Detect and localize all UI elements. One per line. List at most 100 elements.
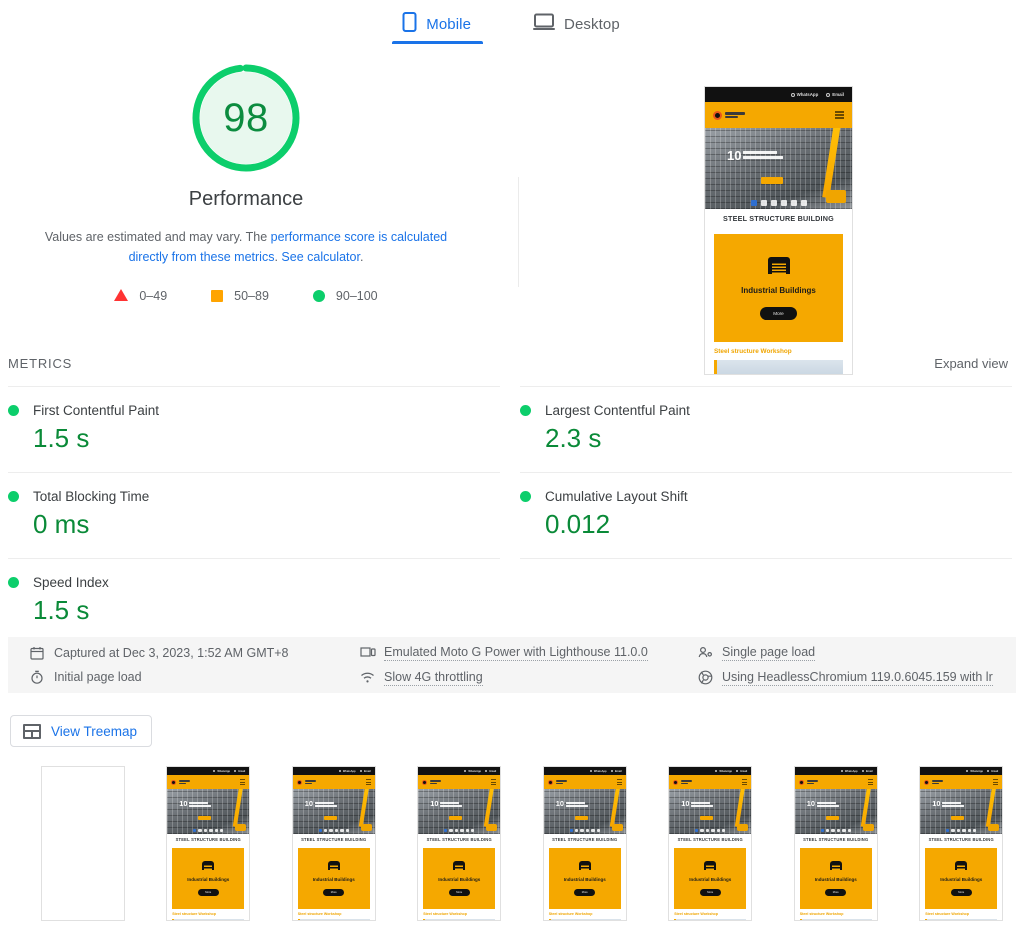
whatsapp-icon [590,770,592,772]
preview-product-card: Industrial Buildings More [714,234,843,342]
metrics-header: METRICS Expand view [0,356,1024,371]
metric-value: 2.3 s [545,423,1012,454]
frame-logo [171,780,190,785]
frame-hero-text: 10 [681,801,713,807]
filmstrip-frame[interactable]: WhatsAppEmail10STEEL STRUCTURE BUILDINGI… [166,766,250,921]
metric-label: First Contentful Paint [33,403,159,418]
see-calculator-link[interactable]: See calculator [281,250,360,264]
frame-email-item: Email [987,770,998,773]
frame-bottom-image [298,919,370,921]
table-row[interactable]: Speed Index 1.5 s [8,558,500,644]
frame-bottom-image [423,919,495,921]
frame-card-title: Industrial Buildings [689,877,731,882]
email-icon [360,770,362,772]
frame-card-title: Industrial Buildings [187,877,229,882]
frame-topbar: WhatsAppEmail [293,767,375,775]
config-captured-at: Captured at Dec 3, 2023, 1:52 AM GMT+8 [30,646,360,661]
single-page-icon [698,645,713,660]
disclaimer-text-after: . [360,250,363,264]
config-emulated-device[interactable]: Emulated Moto G Power with Lighthouse 11… [360,645,698,661]
frame-hero-icon-row [167,829,249,832]
frame-hero-cta [575,816,588,820]
status-badge [8,491,19,502]
frame-topbar: WhatsAppEmail [920,767,1002,775]
frame-product-card: Industrial BuildingsMore [549,848,621,909]
email-icon [611,770,613,772]
hamburger-menu-icon [617,779,622,785]
hamburger-menu-icon [491,779,496,785]
frame-topbar: WhatsAppEmail [795,767,877,775]
table-row[interactable]: First Contentful Paint 1.5 s [8,386,500,472]
frame-card-button: More [449,889,470,896]
warehouse-icon [202,861,214,871]
email-icon [736,770,738,772]
hero-divider [518,177,519,287]
frame-caption: Steel structure Workshop [167,909,249,916]
frame-whatsapp-item: WhatsApp [213,770,230,773]
config-captured-at-text: Captured at Dec 3, 2023, 1:52 AM GMT+8 [54,646,289,660]
frame-hero: 10 [920,789,1002,834]
frame-section-title: STEEL STRUCTURE BUILDING [418,834,500,845]
desktop-icon [533,13,555,35]
preview-site-header [705,102,852,128]
config-browser[interactable]: Using HeadlessChromium 119.0.6045.159 wi… [698,670,1016,686]
logo-wordmark [725,112,745,118]
table-row[interactable]: Largest Contentful Paint 2.3 s [520,386,1012,472]
filmstrip-frame[interactable]: WhatsAppEmail10STEEL STRUCTURE BUILDINGI… [543,766,627,921]
metrics-column-left: First Contentful Paint 1.5 s Total Block… [8,386,500,644]
metric-value: 1.5 s [33,595,500,626]
frame-section-title: STEEL STRUCTURE BUILDING [167,834,249,845]
frame-section-title: STEEL STRUCTURE BUILDING [795,834,877,845]
tab-desktop[interactable]: Desktop [523,4,632,44]
preview-hero-cta [761,177,783,184]
warehouse-icon [453,861,465,871]
config-single-page-load[interactable]: Single page load [698,645,1016,661]
hamburger-menu-icon [993,779,998,785]
frame-site-header [544,775,626,789]
frame-hero-text: 10 [305,801,337,807]
whatsapp-icon [791,93,795,97]
filmstrip-frame[interactable]: WhatsAppEmail10STEEL STRUCTURE BUILDINGI… [919,766,1003,921]
warehouse-icon [955,861,967,871]
config-column-2: Emulated Moto G Power with Lighthouse 11… [360,645,698,686]
metric-label: Largest Contentful Paint [545,403,690,418]
filmstrip-frame[interactable]: WhatsAppEmail10STEEL STRUCTURE BUILDINGI… [417,766,501,921]
run-configuration-bar: Captured at Dec 3, 2023, 1:52 AM GMT+8 I… [8,637,1016,693]
filmstrip-frame[interactable]: WhatsAppEmail10STEEL STRUCTURE BUILDINGI… [292,766,376,921]
filmstrip-frame[interactable]: WhatsAppEmail10STEEL STRUCTURE BUILDINGI… [668,766,752,921]
config-single-page-load-text: Single page load [722,645,815,661]
whatsapp-icon [966,770,968,772]
frame-product-card: Industrial BuildingsMore [674,848,746,909]
frame-hero-cta [951,816,964,820]
frame-card-button: More [951,889,972,896]
table-row[interactable]: Total Blocking Time 0 ms [8,472,500,558]
config-throttling[interactable]: Slow 4G throttling [360,670,698,686]
status-badge [520,491,531,502]
logo-wordmark [556,780,567,784]
filmstrip-frame[interactable] [41,766,125,921]
preview-caption: Steel structure Workshop [705,342,852,355]
frame-hero-icon-row [920,829,1002,832]
frame-whatsapp-item: WhatsApp [339,770,356,773]
frame-card-title: Industrial Buildings [564,877,606,882]
config-emulated-device-text: Emulated Moto G Power with Lighthouse 11… [384,645,648,661]
status-badge [520,405,531,416]
hamburger-menu-icon [366,779,371,785]
expand-view-button[interactable]: Expand view [934,356,1008,371]
tab-desktop-label: Desktop [564,16,620,33]
filmstrip-frame[interactable]: WhatsAppEmail10STEEL STRUCTURE BUILDINGI… [794,766,878,921]
frame-email-item: Email [611,770,622,773]
score-category-label: Performance [0,188,492,211]
frame-hero-icon-row [669,829,751,832]
frame-caption: Steel structure Workshop [669,909,751,916]
table-row[interactable]: Cumulative Layout Shift 0.012 [520,472,1012,558]
view-treemap-button[interactable]: View Treemap [10,715,152,747]
logo-wordmark [305,780,316,784]
legend-item-poor: 0–49 [114,289,167,303]
mobile-icon [402,12,417,36]
page-screenshot-preview[interactable]: WhatsApp Email 10 [704,86,853,375]
preview-section-title: STEEL STRUCTURE BUILDING [705,209,852,228]
tab-mobile[interactable]: Mobile [392,4,483,44]
performance-gauge[interactable]: 98 [190,62,302,174]
frame-hero: 10 [544,789,626,834]
